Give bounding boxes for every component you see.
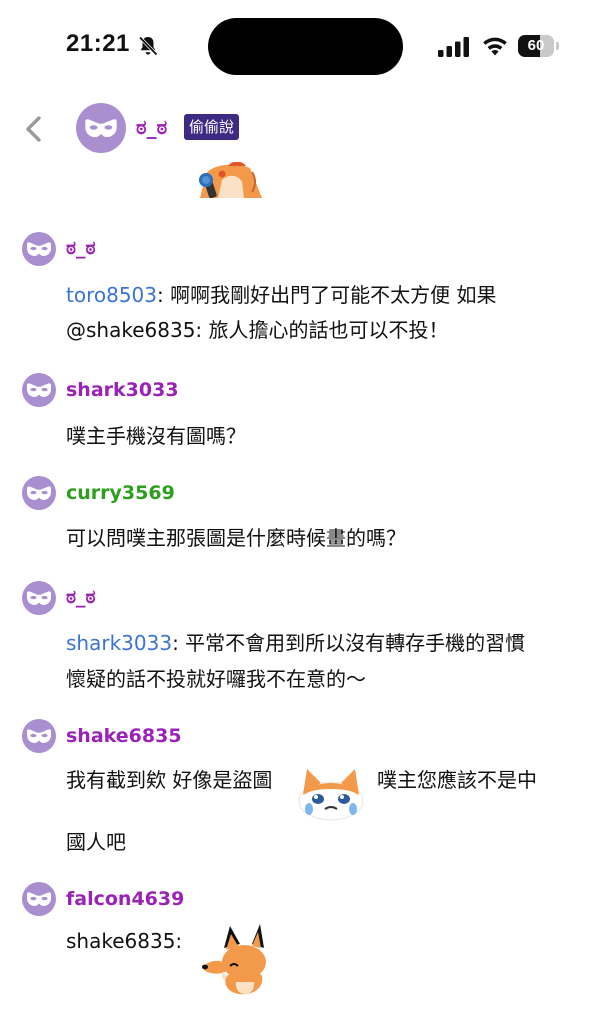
- mask-icon: [27, 242, 51, 256]
- battery-indicator: 60: [518, 35, 560, 57]
- comment-username[interactable]: ಠ_ಠ: [66, 586, 96, 608]
- mention-link[interactable]: toro8503: [66, 283, 157, 307]
- user-avatar[interactable]: [22, 581, 56, 615]
- crying-cat-sticker: [298, 769, 364, 821]
- comment-text-line: 懷疑的話不投就好囉我不在意的～: [66, 667, 366, 691]
- comment-text: toro8503: 啊啊我剛好出門了可能不太方便 如果: [66, 279, 496, 308]
- header-username[interactable]: ಠ_ಠ: [136, 115, 167, 139]
- user-avatar[interactable]: [22, 373, 56, 407]
- fox-sticker: [202, 924, 266, 995]
- mention-link[interactable]: shark3033: [66, 631, 172, 655]
- comment-text-line: @shake6835: 旅人擔心的話也可以不投！: [66, 318, 449, 342]
- header-avatar[interactable]: [76, 103, 126, 153]
- mask-icon: [27, 729, 51, 743]
- wifi-icon: [483, 37, 507, 56]
- user-avatar[interactable]: [22, 476, 56, 510]
- comment-text-line: : 啊啊我剛好出門了可能不太方便 如果: [157, 283, 497, 307]
- bell-slash-icon: [138, 36, 158, 56]
- comment-text: 可以問噗主那張圖是什麼時候畫的嗎？: [66, 526, 406, 550]
- comment-username[interactable]: shake6835: [66, 725, 182, 747]
- mask-icon: [85, 119, 117, 138]
- comment-username[interactable]: ಠ_ಠ: [66, 237, 96, 259]
- user-avatar[interactable]: [22, 882, 56, 916]
- comment-username[interactable]: shark3033: [66, 379, 179, 401]
- chat-header: ಠ_ಠ 偷偷說: [0, 95, 611, 165]
- user-avatar[interactable]: [22, 719, 56, 753]
- comment-text-line: 我有截到欸 好像是盜圖: [66, 768, 273, 792]
- dynamic-island: [208, 18, 403, 75]
- comment-text-line: shake6835:: [66, 929, 183, 953]
- comment-text: 噗主手機沒有圖嗎？: [66, 424, 246, 448]
- comment-text-line: : 平常不會用到所以沒有轉存手機的習慣: [172, 631, 526, 655]
- cellular-signal-icon: [438, 37, 469, 57]
- comment-username[interactable]: curry3569: [66, 482, 175, 504]
- comment-text: shark3033: 平常不會用到所以沒有轉存手機的習慣: [66, 627, 525, 656]
- comment-username[interactable]: falcon4639: [66, 888, 184, 910]
- mask-icon: [27, 486, 51, 500]
- mask-icon: [27, 383, 51, 397]
- back-chevron-icon[interactable]: [22, 115, 44, 143]
- comment-text-line: 噗主您應該不是中: [377, 768, 537, 792]
- mask-icon: [27, 892, 51, 906]
- status-bar: 21:21 60: [0, 0, 611, 90]
- fox-microphone-sticker: [192, 162, 266, 198]
- comment-text-line: 國人吧: [66, 830, 126, 854]
- user-avatar[interactable]: [22, 232, 56, 266]
- mask-icon: [27, 591, 51, 605]
- anonymous-badge: 偷偷說: [184, 114, 240, 140]
- status-time: 21:21: [66, 30, 130, 57]
- battery-percent: 60: [527, 37, 545, 54]
